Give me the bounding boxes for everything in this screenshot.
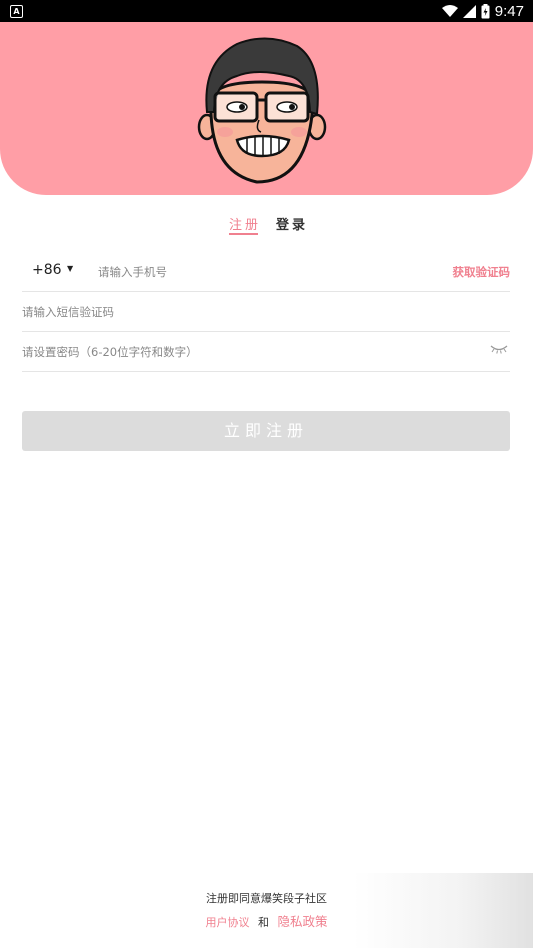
status-icons: 9:47	[441, 0, 524, 22]
privacy-policy-link[interactable]: 隐私政策	[277, 914, 327, 929]
status-bar: A 9:47	[0, 0, 533, 22]
terms-and: 和	[257, 916, 269, 929]
clock: 9:47	[494, 2, 524, 20]
auth-tabs: 注册 登录	[0, 214, 533, 238]
header-banner	[0, 22, 533, 195]
password-input[interactable]: 请设置密码（6-20位字符和数字）	[22, 344, 198, 360]
tab-login[interactable]: 登录	[276, 214, 308, 233]
eye-closed-icon[interactable]	[490, 343, 508, 355]
password-row: 请设置密码（6-20位字符和数字）	[22, 331, 510, 372]
phone-row: +86 ▼ 请输入手机号 获取验证码	[22, 251, 510, 292]
sms-code-row: 请输入短信验证码	[22, 291, 510, 332]
signal-icon	[462, 4, 476, 18]
get-code-button[interactable]: 获取验证码	[453, 264, 511, 280]
battery-icon	[481, 3, 490, 18]
chevron-down-icon[interactable]: ▼	[67, 264, 73, 273]
avatar	[197, 37, 327, 184]
corner-overlay	[353, 873, 533, 948]
phone-input[interactable]: 请输入手机号	[98, 264, 167, 280]
tab-register[interactable]: 注册	[229, 214, 261, 235]
sms-code-input[interactable]: 请输入短信验证码	[22, 304, 114, 320]
country-code-select[interactable]: +86	[32, 262, 62, 278]
app-notification-icon: A	[10, 5, 23, 18]
user-agreement-link[interactable]: 用户协议	[205, 916, 249, 929]
register-button[interactable]: 立即注册	[22, 411, 510, 451]
wifi-icon	[441, 4, 458, 17]
